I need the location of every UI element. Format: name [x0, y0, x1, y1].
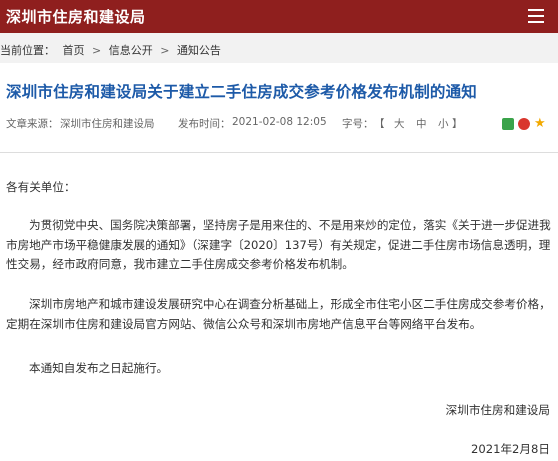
font-size-medium-button[interactable]: 中 — [416, 116, 427, 131]
site-title[interactable]: 深圳市住房和建设局 — [6, 6, 146, 27]
font-size-label: 字号： — [342, 118, 374, 130]
weibo-icon[interactable] — [518, 118, 530, 130]
font-size-small-button[interactable]: 小 — [438, 116, 449, 131]
breadcrumb-notice-link[interactable]: 通知公告 — [177, 42, 221, 58]
source-value: 深圳市住房和建设局 — [60, 118, 155, 130]
breadcrumb-separator: > — [160, 44, 170, 57]
favorite-star-icon[interactable]: ★ — [534, 117, 548, 130]
paragraph-3: 本通知自发布之日起施行。 — [29, 361, 169, 375]
time-value: 2021-02-08 12:05 — [232, 116, 327, 128]
breadcrumb-info-link[interactable]: 信息公开 — [109, 42, 153, 58]
salutation: 各有关单位： — [6, 180, 76, 194]
publish-date: 2021年2月8日 — [470, 442, 550, 456]
divider — [0, 152, 558, 153]
article-title: 深圳市住房和建设局关于建立二手住房成交参考价格发布机制的通知 — [6, 83, 478, 101]
breadcrumb-home-link[interactable]: 首页 — [63, 42, 85, 58]
source-label: 文章来源： — [6, 118, 59, 130]
font-size-bracket-open: 【 — [374, 118, 385, 130]
breadcrumb-prefix: 当前位置： — [0, 44, 55, 57]
hamburger-menu-icon[interactable] — [528, 9, 544, 23]
article-meta: 文章来源： 深圳市住房和建设局 发布时间： 2021-02-08 12:05 字… — [0, 114, 558, 132]
font-size-bracket-close: 】 — [452, 118, 463, 130]
paragraph-1: 为贯彻党中央、国务院决策部署，坚持房子是用来住的、不是用来炒的定位，落实《关于进… — [6, 218, 551, 271]
breadcrumb: 当前位置： 首页 > 信息公开 > 通知公告 — [0, 33, 558, 63]
signature: 深圳市住房和建设局 — [445, 403, 550, 417]
time-label: 发布时间： — [178, 118, 231, 130]
site-header: 深圳市住房和建设局 — [0, 0, 558, 33]
paragraph-2: 深圳市房地产和城市建设发展研究中心在调查分析基础上，形成全市住宅小区二手住房成交… — [6, 297, 551, 331]
breadcrumb-separator: > — [92, 44, 102, 57]
wechat-icon[interactable] — [502, 118, 514, 130]
font-size-large-button[interactable]: 大 — [394, 116, 405, 131]
